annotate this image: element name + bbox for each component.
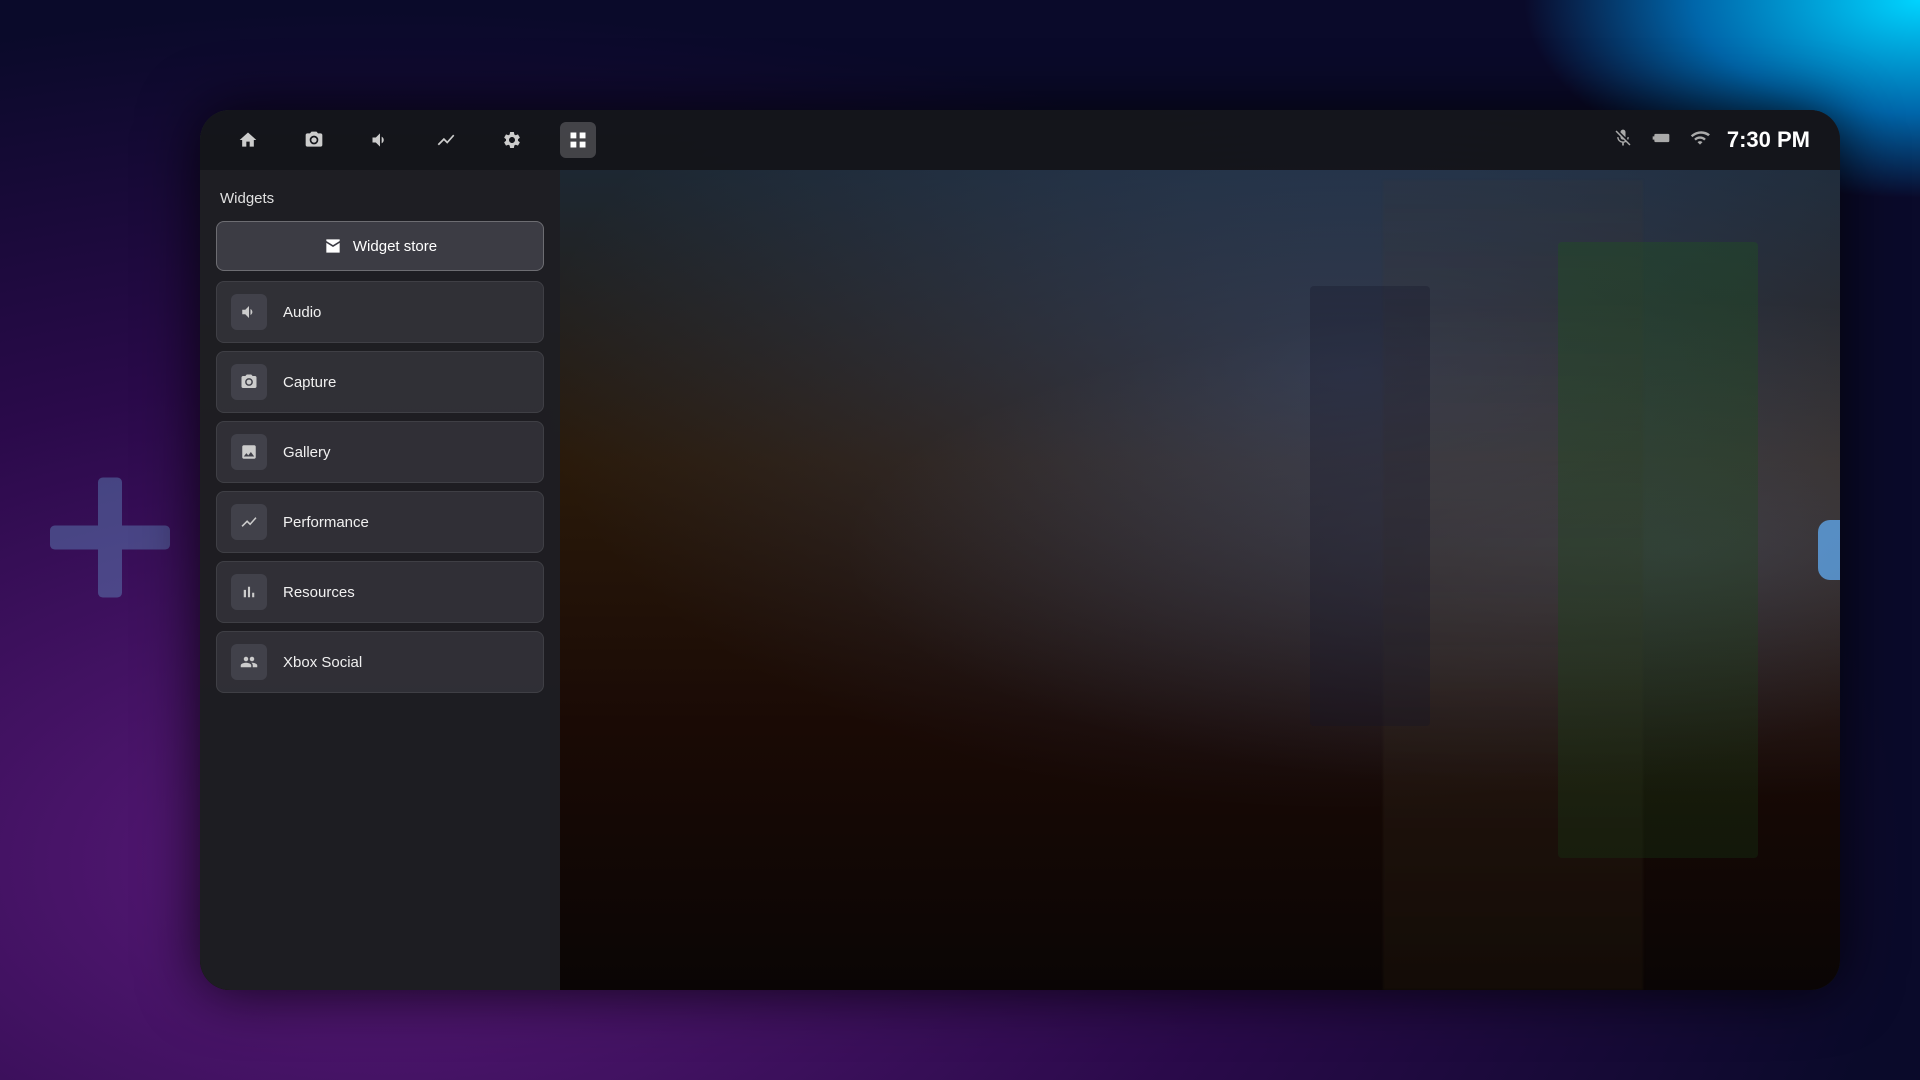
nav-performance[interactable] <box>428 122 464 158</box>
capture-label: Capture <box>283 374 336 391</box>
nav-widgets[interactable] <box>560 122 596 158</box>
capture-icon-box <box>231 364 267 400</box>
nav-audio[interactable] <box>362 122 398 158</box>
xbox-social-label: Xbox Social <box>283 654 362 671</box>
audio-widget-icon <box>240 303 258 321</box>
widget-item-performance[interactable]: Performance <box>216 491 544 553</box>
social-widget-icon <box>240 653 258 671</box>
gear-icon <box>502 130 522 150</box>
battery-svg <box>1649 128 1673 148</box>
widget-panel-title: Widgets <box>216 190 544 207</box>
resources-label: Resources <box>283 584 355 601</box>
widget-store-button[interactable]: Widget store <box>216 221 544 271</box>
battery-icon <box>1649 128 1673 153</box>
camera-icon <box>304 130 324 150</box>
overlay: 7:30 PM Widgets Widget store Audio <box>200 110 1840 990</box>
xbox-social-icon-box <box>231 644 267 680</box>
device-frame: 7:30 PM Widgets Widget store Audio <box>200 110 1840 990</box>
audio-icon-box <box>231 294 267 330</box>
widget-item-gallery[interactable]: Gallery <box>216 421 544 483</box>
grid-icon <box>568 130 588 150</box>
time-display: 7:30 PM <box>1727 127 1810 153</box>
performance-label: Performance <box>283 514 369 531</box>
nav-settings[interactable] <box>494 122 530 158</box>
resources-widget-icon <box>240 583 258 601</box>
nav-home[interactable] <box>230 122 266 158</box>
mic-muted-icon <box>1613 128 1633 153</box>
wifi-svg <box>1689 128 1711 148</box>
widget-item-audio[interactable]: Audio <box>216 281 544 343</box>
gallery-widget-icon <box>240 443 258 461</box>
home-icon <box>238 130 258 150</box>
activity-icon <box>436 130 456 150</box>
nav-camera[interactable] <box>296 122 332 158</box>
widget-store-label: Widget store <box>353 238 437 255</box>
capture-widget-icon <box>240 373 258 391</box>
store-icon <box>323 236 343 256</box>
performance-widget-icon <box>240 513 258 531</box>
mic-off-svg <box>1613 128 1633 148</box>
performance-icon-box <box>231 504 267 540</box>
widget-item-xbox-social[interactable]: Xbox Social <box>216 631 544 693</box>
topbar-status: 7:30 PM <box>1613 127 1810 153</box>
volume-icon <box>370 130 390 150</box>
widget-item-resources[interactable]: Resources <box>216 561 544 623</box>
widget-panel: Widgets Widget store Audio <box>200 170 560 990</box>
resources-icon-box <box>231 574 267 610</box>
plus-icon-decoration <box>50 478 170 603</box>
gallery-label: Gallery <box>283 444 331 461</box>
topbar-nav <box>230 122 596 158</box>
scroll-handle[interactable] <box>1818 520 1840 580</box>
audio-label: Audio <box>283 304 321 321</box>
topbar: 7:30 PM <box>200 110 1840 170</box>
gallery-icon-box <box>231 434 267 470</box>
widget-item-capture[interactable]: Capture <box>216 351 544 413</box>
wifi-icon <box>1689 128 1711 153</box>
